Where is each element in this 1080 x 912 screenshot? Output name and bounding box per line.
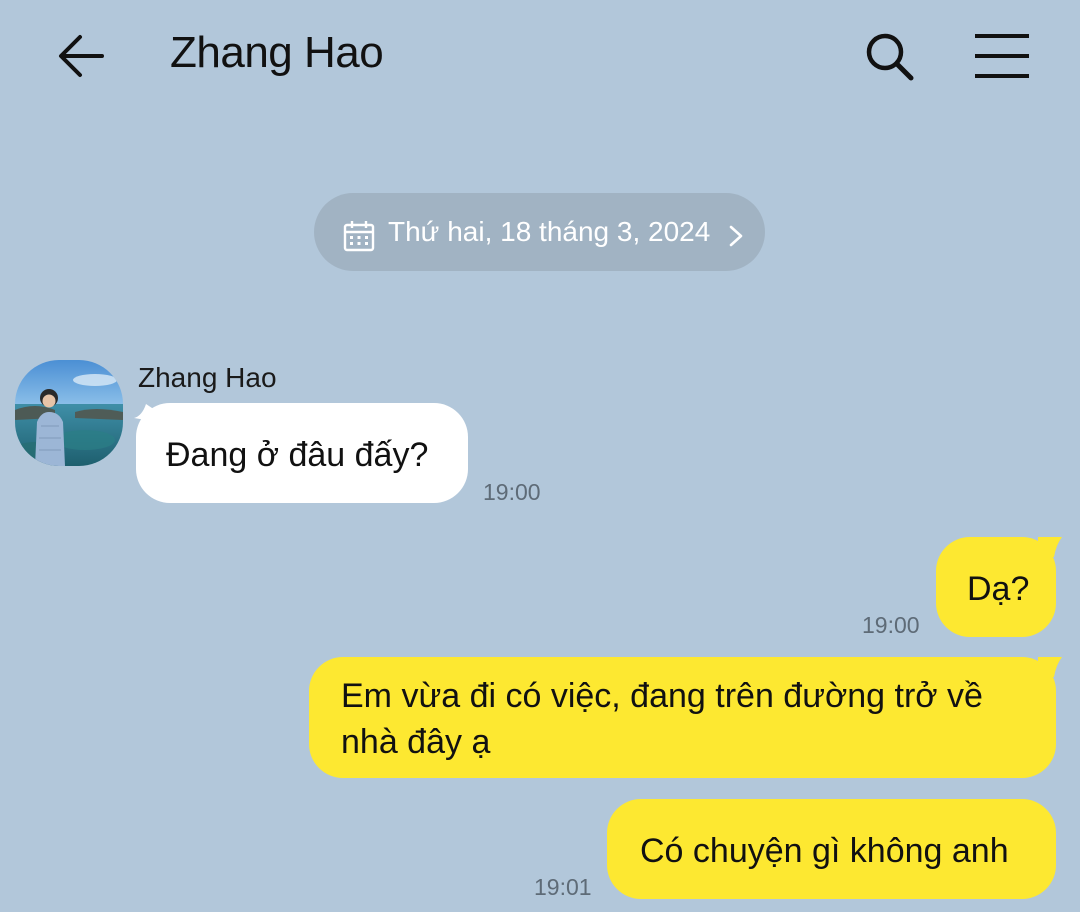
- message-text: Có chuyện gì không anh: [640, 832, 1009, 870]
- menu-button[interactable]: [968, 25, 1036, 87]
- bubble-tail: [1038, 657, 1062, 677]
- avatar-photo: [15, 360, 123, 466]
- chevron-right-icon: [730, 225, 743, 247]
- message-text-line: Em vừa đi có việc, đang trên đường trở v…: [341, 677, 983, 715]
- message-text: Dạ?: [967, 570, 1030, 608]
- chat-title: Zhang Hao: [170, 28, 384, 77]
- search-icon: [866, 33, 914, 81]
- date-separator-label: Thứ hai, 18 tháng 3, 2024: [388, 216, 711, 247]
- message-time: 19:00: [862, 612, 920, 638]
- calendar-icon: [343, 221, 375, 252]
- outgoing-message-bubble[interactable]: Có chuyện gì không anh: [607, 799, 1056, 899]
- incoming-message-bubble[interactable]: Đang ở đâu đấy?: [136, 403, 468, 503]
- back-button[interactable]: [50, 25, 112, 87]
- search-button[interactable]: [858, 25, 920, 87]
- chat-header: Zhang Hao: [0, 0, 1080, 110]
- arrow-left-icon: [59, 35, 104, 77]
- date-separator[interactable]: Thứ hai, 18 tháng 3, 2024: [314, 193, 765, 271]
- message-time: 19:01: [534, 874, 592, 900]
- outgoing-message-bubble[interactable]: Em vừa đi có việc, đang trên đường trở v…: [309, 657, 1056, 778]
- message-time: 19:00: [483, 479, 541, 505]
- bubble-tail: [1038, 537, 1062, 557]
- message-text-line: nhà đây ạ: [341, 723, 491, 761]
- hamburger-menu-icon: [975, 34, 1029, 78]
- sender-name: Zhang Hao: [138, 362, 277, 393]
- avatar[interactable]: [15, 360, 123, 466]
- message-text: Đang ở đâu đấy?: [166, 436, 429, 474]
